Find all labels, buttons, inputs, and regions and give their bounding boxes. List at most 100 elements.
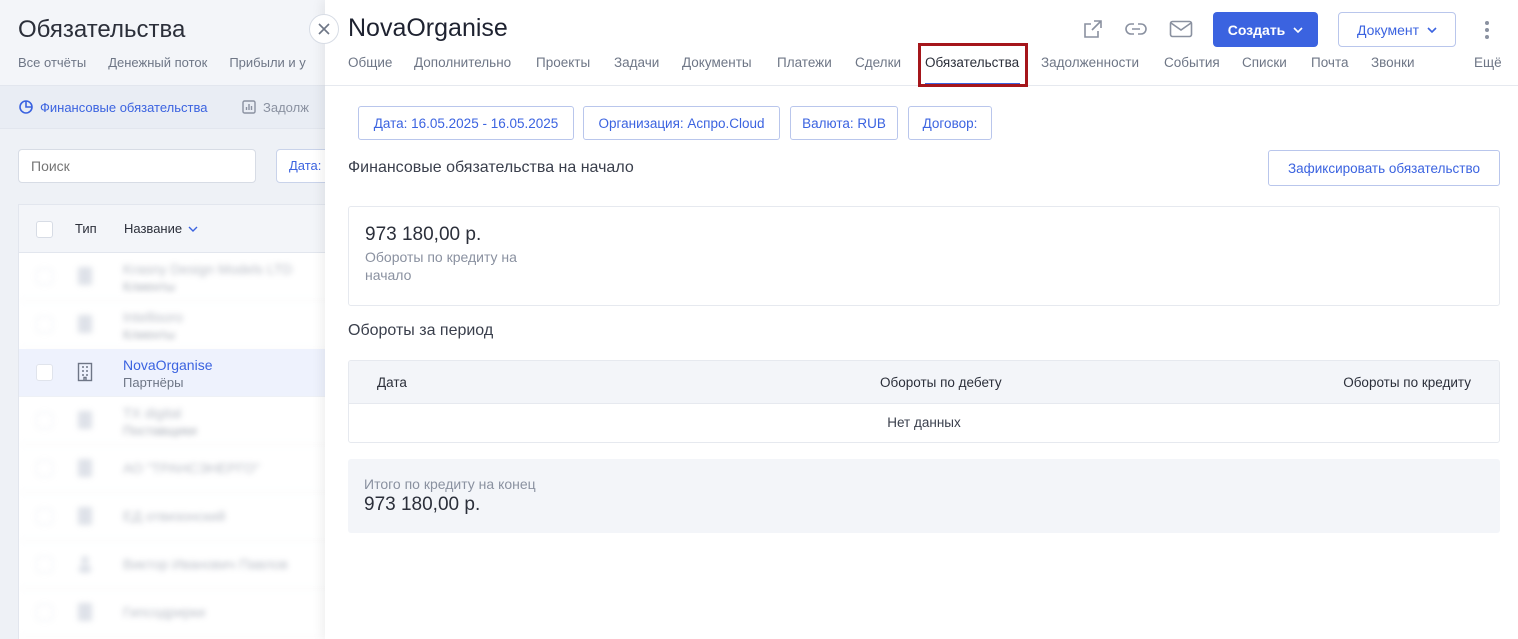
tab-documents[interactable]: Документы bbox=[682, 55, 752, 70]
tab-payments[interactable]: Платежи bbox=[777, 55, 832, 70]
bg-search-input[interactable] bbox=[18, 149, 256, 183]
fix-obligation-button[interactable]: Зафиксировать обязательство bbox=[1268, 150, 1500, 186]
kebab-dot bbox=[1485, 35, 1489, 39]
chevron-down-icon bbox=[188, 226, 198, 232]
tab-debts[interactable]: Задолженности bbox=[1041, 55, 1139, 70]
row-checkbox[interactable] bbox=[36, 508, 53, 525]
row-group: Клиенты bbox=[123, 327, 176, 342]
external-link-icon bbox=[1084, 20, 1102, 38]
tab-projects[interactable]: Проекты bbox=[536, 55, 590, 70]
opening-obligations-title: Финансовые обязательства на начало bbox=[348, 159, 634, 176]
bg-tabs: Все отчёты Денежный поток Прибыли и у bbox=[18, 55, 306, 70]
chevron-down-icon bbox=[1427, 26, 1437, 33]
bg-table: Тип Название Krasny Design Models LTD Кл… bbox=[18, 204, 338, 639]
row-name[interactable]: NovaOrganise bbox=[123, 357, 213, 373]
tab-lists[interactable]: Списки bbox=[1242, 55, 1287, 70]
row-name: Intellisoro bbox=[123, 309, 183, 325]
row-checkbox[interactable] bbox=[36, 460, 53, 477]
table-row[interactable]: TX digital Поставщики bbox=[19, 397, 337, 445]
panel-title: NovaOrganise bbox=[348, 14, 508, 42]
create-button-label: Создать bbox=[1227, 21, 1286, 38]
document-button[interactable]: Документ bbox=[1338, 12, 1456, 47]
opening-balance-card: 973 180,00 р. Обороты по кредиту на нача… bbox=[348, 206, 1500, 306]
kebab-dot bbox=[1485, 28, 1489, 32]
building-icon bbox=[78, 267, 92, 285]
organization-filter-button[interactable]: Организация: Аспро.Cloud bbox=[583, 106, 780, 140]
col-debit: Обороты по дебету bbox=[880, 375, 1002, 390]
table-row[interactable]: ЕД отвизонский bbox=[19, 493, 337, 541]
bg-subnav: Финансовые обязательства Задолж bbox=[0, 85, 330, 129]
select-all-checkbox[interactable] bbox=[36, 221, 53, 238]
more-options-button[interactable] bbox=[1479, 16, 1495, 44]
closing-total-label: Итого по кредиту на конец bbox=[364, 476, 536, 492]
tab-additional[interactable]: Дополнительно bbox=[414, 55, 511, 70]
building-icon bbox=[78, 459, 92, 477]
tab-calls[interactable]: Звонки bbox=[1371, 55, 1415, 70]
row-group: Поставщики bbox=[123, 423, 197, 438]
tab-deals[interactable]: Сделки bbox=[855, 55, 901, 70]
bg-subnav-debts[interactable]: Задолж bbox=[241, 99, 309, 115]
close-panel-button[interactable] bbox=[309, 14, 339, 44]
row-name: ЕД отвизонский bbox=[123, 508, 226, 524]
bg-header: Обязательства Все отчёты Денежный поток … bbox=[0, 0, 330, 85]
pie-chart-icon bbox=[19, 100, 33, 114]
table-row[interactable]: Виктор Иванович Павлов bbox=[19, 541, 337, 589]
bg-tab-all-reports[interactable]: Все отчёты bbox=[18, 55, 86, 70]
open-external-button[interactable] bbox=[1079, 15, 1107, 43]
row-name: Гипсодрирки bbox=[123, 604, 206, 620]
table-row[interactable]: Krasny Design Models LTD Клиенты bbox=[19, 253, 337, 301]
period-turnover-title: Обороты за период bbox=[348, 322, 494, 339]
closing-total-card: Итого по кредиту на конец 973 180,00 р. bbox=[348, 459, 1500, 533]
bg-tab-cash-flow[interactable]: Денежный поток bbox=[108, 55, 207, 70]
table-row-selected[interactable]: NovaOrganise Партнёры bbox=[19, 349, 337, 397]
row-name: TX digital bbox=[123, 405, 182, 421]
row-checkbox[interactable] bbox=[36, 604, 53, 621]
mail-icon bbox=[1169, 20, 1193, 38]
row-checkbox[interactable] bbox=[36, 412, 53, 429]
col-name-label: Название bbox=[124, 221, 183, 236]
chevron-down-icon bbox=[1293, 26, 1303, 33]
tab-tasks[interactable]: Задачи bbox=[614, 55, 659, 70]
kebab-dot bbox=[1485, 21, 1489, 25]
building-icon bbox=[78, 603, 92, 621]
col-type: Тип bbox=[75, 221, 97, 236]
active-tab-underline bbox=[925, 83, 1020, 85]
tab-obligations[interactable]: Обязательства bbox=[925, 55, 1019, 70]
send-email-button[interactable] bbox=[1167, 15, 1195, 43]
panel-tabs: Общие Дополнительно Проекты Задачи Докум… bbox=[325, 52, 1518, 86]
row-checkbox[interactable] bbox=[36, 316, 53, 333]
tab-general[interactable]: Общие bbox=[348, 55, 392, 70]
row-checkbox[interactable] bbox=[36, 268, 53, 285]
tab-mail[interactable]: Почта bbox=[1311, 55, 1349, 70]
bg-subnav-financial[interactable]: Финансовые обязательства bbox=[18, 99, 207, 115]
table-row[interactable]: АО "ТРАНСЭНЕРГО" bbox=[19, 445, 337, 493]
empty-state: Нет данных bbox=[887, 415, 961, 430]
opening-description: Обороты по кредиту на начало bbox=[365, 249, 517, 283]
copy-link-button[interactable] bbox=[1122, 15, 1150, 43]
row-checkbox[interactable] bbox=[36, 364, 53, 381]
currency-filter-button[interactable]: Валюта: RUB bbox=[790, 106, 898, 140]
building-icon bbox=[78, 315, 92, 333]
row-checkbox[interactable] bbox=[36, 556, 53, 573]
table-row[interactable]: Гипсодрирки bbox=[19, 589, 337, 637]
bg-page-title: Обязательства bbox=[18, 16, 186, 43]
contract-filter-button[interactable]: Договор: bbox=[908, 106, 992, 140]
person-icon bbox=[79, 556, 91, 573]
col-name[interactable]: Название bbox=[124, 221, 198, 236]
row-name: АО "ТРАНСЭНЕРГО" bbox=[123, 460, 260, 476]
date-filter-button[interactable]: Дата: 16.05.2025 - 16.05.2025 bbox=[358, 106, 574, 140]
detail-panel: NovaOrganise Создать Документ Общие Допо… bbox=[325, 0, 1518, 639]
close-icon bbox=[318, 23, 330, 35]
opening-amount: 973 180,00 р. bbox=[365, 224, 482, 245]
tab-more[interactable]: Ещё bbox=[1474, 55, 1502, 70]
turnover-table: Дата Обороты по дебету Обороты по кредит… bbox=[348, 360, 1500, 443]
col-credit: Обороты по кредиту bbox=[1343, 375, 1471, 390]
link-icon bbox=[1125, 23, 1147, 35]
bg-subnav-debts-label: Задолж bbox=[263, 99, 309, 115]
row-name: Виктор Иванович Павлов bbox=[123, 556, 288, 572]
tab-events[interactable]: События bbox=[1164, 55, 1220, 70]
table-row[interactable]: Intellisoro Клиенты bbox=[19, 301, 337, 349]
closing-total-amount: 973 180,00 р. bbox=[364, 494, 481, 515]
bg-tab-profit[interactable]: Прибыли и у bbox=[229, 55, 305, 70]
create-button[interactable]: Создать bbox=[1213, 12, 1318, 47]
